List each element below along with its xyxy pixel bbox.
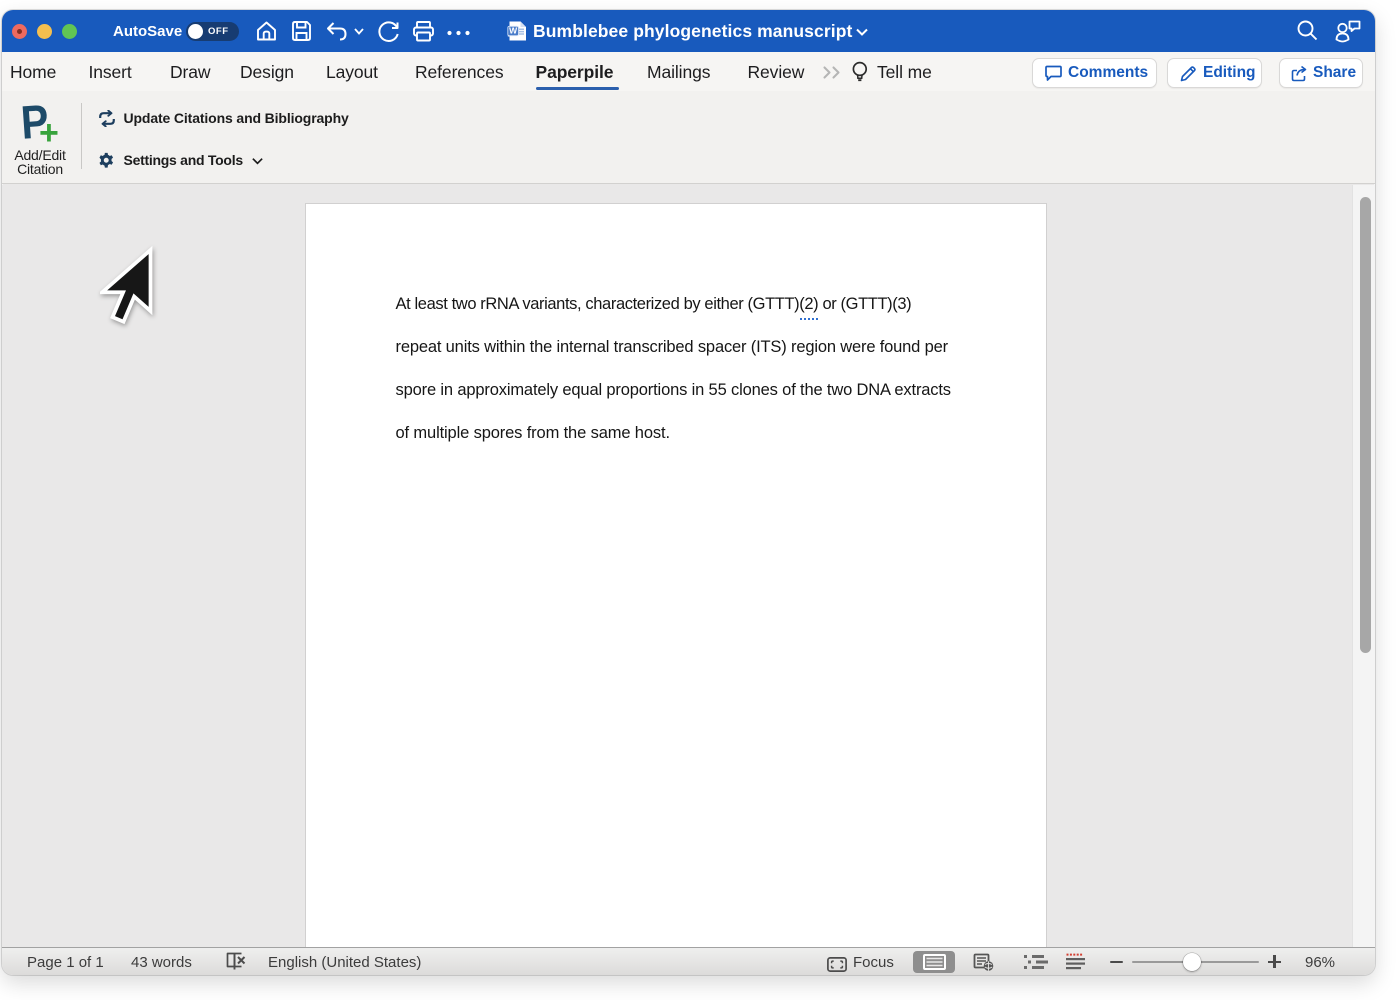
svg-text:W: W [509, 26, 518, 36]
